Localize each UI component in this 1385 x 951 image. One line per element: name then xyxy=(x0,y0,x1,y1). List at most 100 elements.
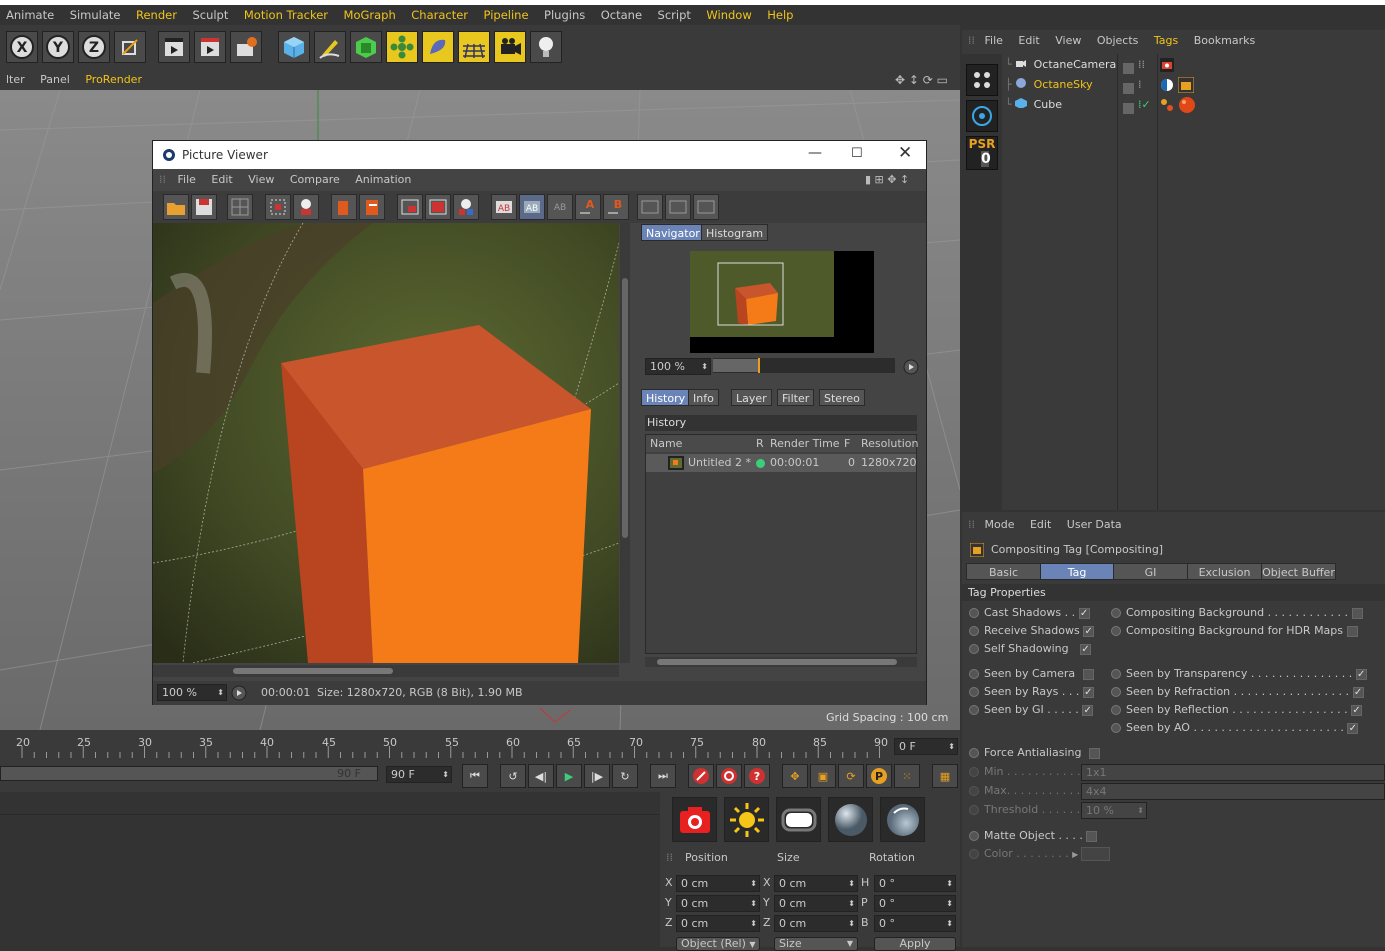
mograph-cloner-button[interactable] xyxy=(386,31,418,63)
next-key-button[interactable]: ↻ xyxy=(612,764,638,788)
tab-basic[interactable]: Basic xyxy=(966,563,1041,580)
navigator-preview[interactable] xyxy=(690,251,874,353)
attr-menu-edit[interactable]: Edit xyxy=(1024,518,1057,531)
close-icon[interactable]: ✕ xyxy=(898,143,912,163)
tab-stereo[interactable]: Stereo xyxy=(819,389,865,406)
render-image[interactable] xyxy=(153,223,619,663)
object-row-octane-camera[interactable]: └ OctaneCamera ⁞⁞ xyxy=(1005,56,1385,74)
view-compare-button[interactable] xyxy=(453,194,479,220)
pv-menu-view[interactable]: View xyxy=(242,169,280,191)
channel-1-button[interactable] xyxy=(637,194,663,220)
animate-radio-icon[interactable] xyxy=(969,687,979,697)
y-axis-button[interactable]: Y xyxy=(42,31,74,63)
table-row[interactable]: Untitled 2 * 00:00:01 0 1280x720 xyxy=(646,454,917,472)
timeline-ruler[interactable]: 20 25 30 35 40 45 50 55 60 65 70 75 80 8… xyxy=(0,732,905,758)
viewport-menu-filter[interactable]: lter xyxy=(0,70,31,90)
play-button[interactable]: ▶ xyxy=(556,764,582,788)
seen-by-rays-checkbox[interactable]: ✓ xyxy=(1082,686,1094,698)
ab-difference-button[interactable]: AB xyxy=(547,194,573,220)
om-menu-edit[interactable]: Edit xyxy=(1012,34,1045,47)
tab-layer[interactable]: Layer xyxy=(731,389,772,406)
position-x-field[interactable]: 0 cm ⬍ xyxy=(676,875,760,892)
attr-menu-user-data[interactable]: User Data xyxy=(1061,518,1128,531)
animate-radio-icon[interactable] xyxy=(1111,608,1121,618)
octane-area-light-button[interactable] xyxy=(776,797,821,842)
pv-menu-animation[interactable]: Animation xyxy=(349,169,417,191)
workplane-button[interactable] xyxy=(966,100,998,132)
end-frame-field[interactable]: 90 F ⬍ xyxy=(386,766,452,783)
om-menu-tags[interactable]: Tags xyxy=(1148,34,1184,47)
prev-frame-button[interactable]: ◀| xyxy=(528,764,554,788)
texture-tag-icon[interactable] xyxy=(1160,98,1174,112)
animate-radio-icon[interactable] xyxy=(1111,669,1121,679)
pv-layout-icons[interactable]: ▮ ⊞ ✥ ↕ xyxy=(859,169,915,191)
self-shadowing-row[interactable]: Self Shadowing ✓ xyxy=(969,640,1092,658)
attr-menu-mode[interactable]: Mode xyxy=(979,518,1021,531)
compositing-background-hdr-row[interactable]: Compositing Background for HDR Maps xyxy=(1111,622,1358,640)
force-antialiasing-row[interactable]: Force Antialiasing xyxy=(969,744,1100,762)
goto-start-button[interactable]: ⏮ xyxy=(462,764,488,788)
tab-gi[interactable]: GI xyxy=(1113,563,1188,580)
set-b-button[interactable]: B xyxy=(603,194,629,220)
keyframe-selection-button[interactable]: ? xyxy=(744,764,770,788)
maximize-icon[interactable]: ☐ xyxy=(851,146,863,161)
cube-button[interactable] xyxy=(278,31,310,63)
zoom-slider[interactable] xyxy=(713,358,895,373)
floor-button[interactable] xyxy=(458,31,490,63)
material-tag-icon[interactable] xyxy=(1178,96,1196,114)
current-frame-field[interactable]: 0 F ⬍ xyxy=(894,738,958,755)
vertical-scrollbar[interactable] xyxy=(620,223,630,663)
play-circle-icon[interactable] xyxy=(903,359,919,375)
self-shadowing-checkbox[interactable]: ✓ xyxy=(1080,643,1092,655)
tab-histogram[interactable]: Histogram xyxy=(701,224,769,241)
col-f[interactable]: F xyxy=(844,435,850,452)
minimize-icon[interactable]: — xyxy=(808,145,822,161)
light-button[interactable] xyxy=(530,31,562,63)
octane-glossy-button[interactable] xyxy=(880,797,925,842)
compositing-tag-icon[interactable] xyxy=(1178,77,1194,93)
visibility-toggle[interactable] xyxy=(1123,79,1134,97)
frame-range-slider[interactable]: 90 F xyxy=(0,766,378,781)
apply-button[interactable]: Apply xyxy=(874,937,956,951)
horizontal-scrollbar[interactable] xyxy=(153,665,619,677)
ab-compare-button[interactable]: AB xyxy=(491,194,517,220)
picture-viewer-titlebar[interactable]: Picture Viewer — ☐ ✕ xyxy=(153,141,926,169)
tab-tag[interactable]: Tag xyxy=(1040,563,1114,580)
menu-simulate[interactable]: Simulate xyxy=(64,5,127,25)
animate-radio-icon[interactable] xyxy=(969,705,979,715)
force-antialiasing-checkbox[interactable] xyxy=(1088,747,1100,759)
menu-help[interactable]: Help xyxy=(761,5,799,25)
seen-by-camera-row[interactable]: Seen by Camera xyxy=(969,665,1094,683)
viewport-menu-prorender[interactable]: ProRender xyxy=(79,70,148,90)
animate-radio-icon[interactable] xyxy=(1111,723,1121,733)
menu-animate[interactable]: Animate xyxy=(0,5,60,25)
tab-history[interactable]: History xyxy=(641,389,691,406)
menu-script[interactable]: Script xyxy=(652,5,697,25)
menu-pipeline[interactable]: Pipeline xyxy=(478,5,535,25)
render-picture-viewer-button[interactable] xyxy=(194,31,226,63)
receive-shadows-row[interactable]: Receive Shadows ✓ xyxy=(969,622,1095,640)
grid-view-button[interactable] xyxy=(227,194,253,220)
dots-icon[interactable]: ⁞ xyxy=(1138,76,1142,94)
snap-button[interactable] xyxy=(966,64,998,96)
object-row-octane-sky[interactable]: ├ OctaneSky ⁞ xyxy=(1005,76,1385,94)
receive-shadows-checkbox[interactable]: ✓ xyxy=(1083,625,1095,637)
seen-by-camera-checkbox[interactable] xyxy=(1082,668,1094,680)
x-axis-button[interactable]: X xyxy=(6,31,38,63)
animate-radio-icon[interactable] xyxy=(969,608,979,618)
view-single-button[interactable] xyxy=(397,194,423,220)
region-render-button[interactable] xyxy=(265,194,291,220)
animate-radio-icon[interactable] xyxy=(1111,687,1121,697)
timeline-mode-button[interactable]: ▦ xyxy=(932,764,958,788)
coordinate-system-button[interactable] xyxy=(114,31,146,63)
psr-button[interactable]: PSR 0 xyxy=(966,136,998,170)
seen-by-transparency-checkbox[interactable]: ✓ xyxy=(1355,668,1367,680)
menu-sculpt[interactable]: Sculpt xyxy=(186,5,234,25)
matte-object-row[interactable]: Matte Object . . . . xyxy=(969,827,1098,845)
tab-filter[interactable]: Filter xyxy=(777,389,815,406)
navigator-zoom-field[interactable]: 100 % ⬍ xyxy=(645,358,711,375)
color-pick-button[interactable] xyxy=(293,194,319,220)
tab-navigator[interactable]: Navigator xyxy=(641,224,705,241)
key-parameter-button[interactable]: P xyxy=(866,764,892,788)
animate-radio-icon[interactable] xyxy=(1111,626,1121,636)
